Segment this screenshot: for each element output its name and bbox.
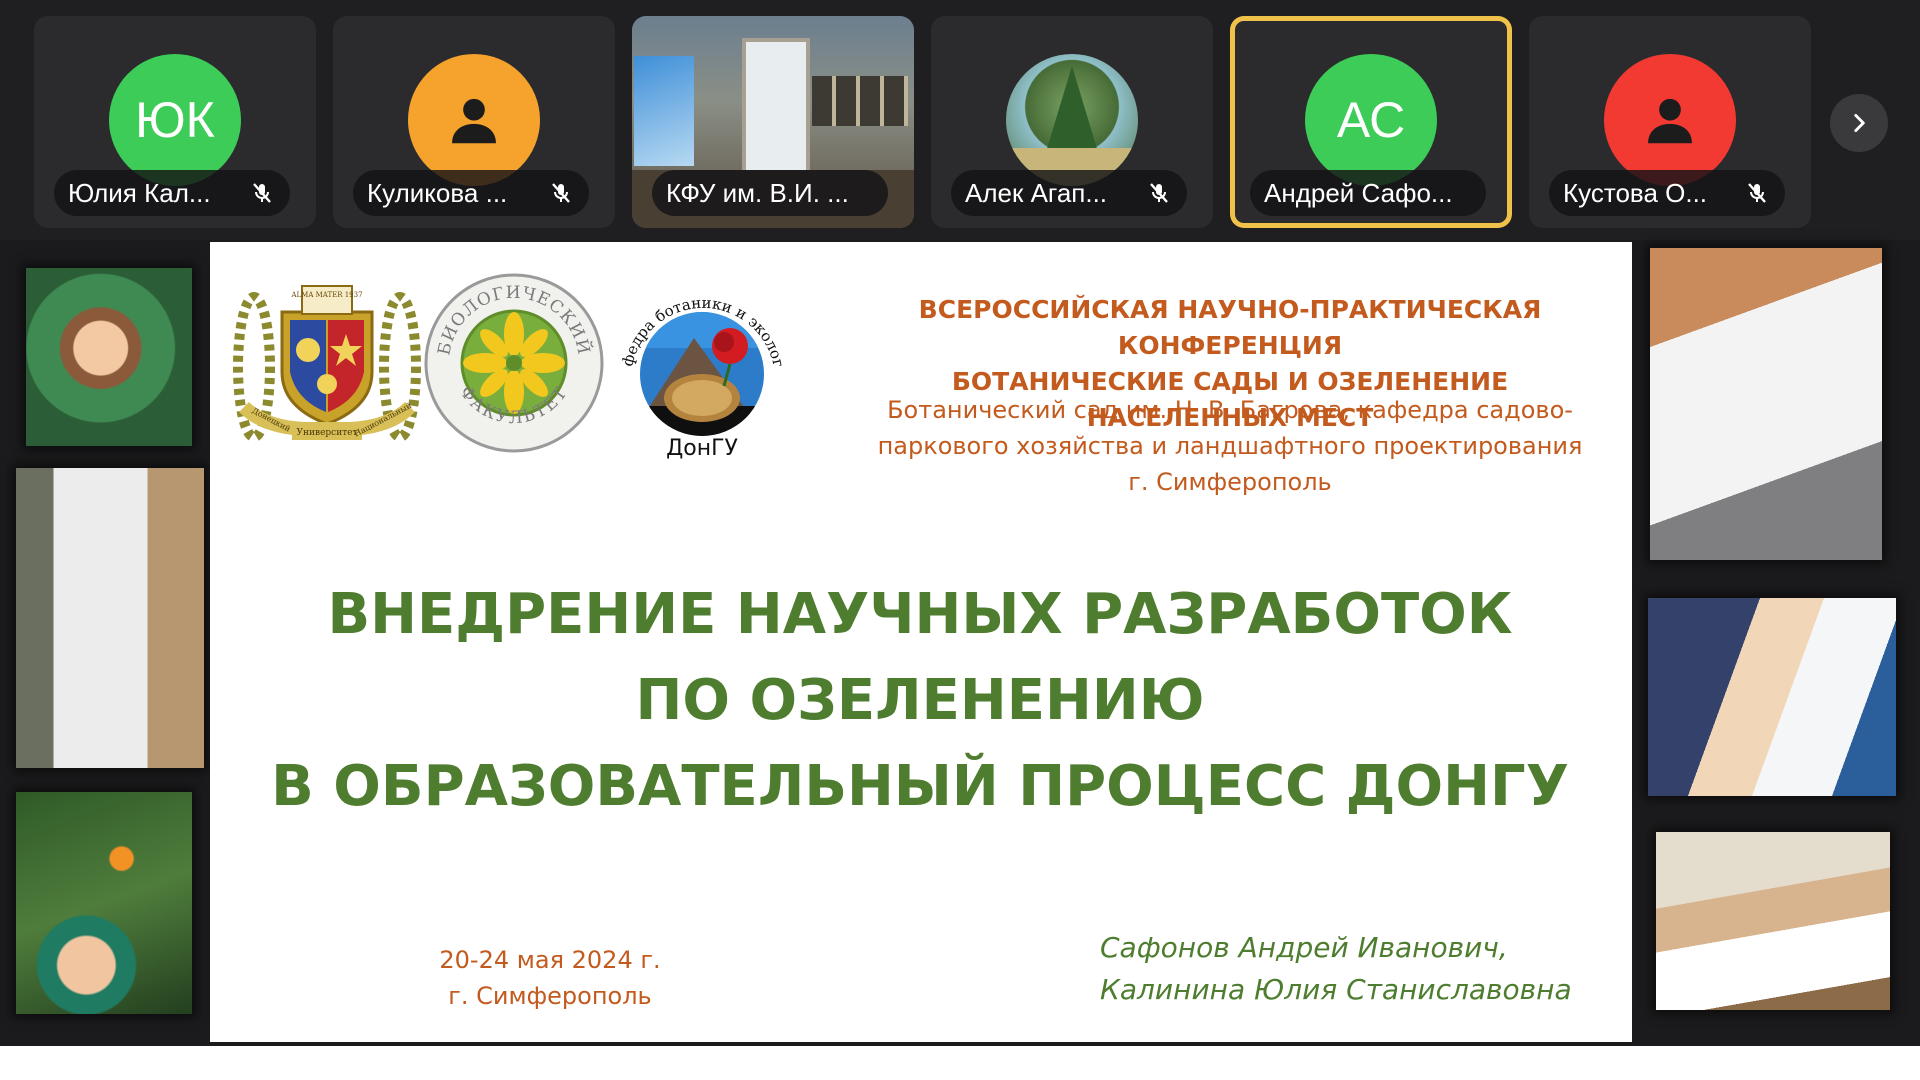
presentation-title-line: ПО ОЗЕЛЕНЕНИЮ <box>635 668 1205 733</box>
venue-line: паркового хозяйства и ландшафтного проек… <box>877 432 1583 460</box>
person-icon <box>1648 98 1692 144</box>
mic-muted-icon <box>547 179 575 207</box>
photo-students-classroom <box>1650 248 1882 560</box>
participant-name: КФУ им. В.И. ... <box>666 177 849 208</box>
participant-strip: ЮК Юлия Кал... Куликова ... КФУ им. В.И.… <box>0 0 1920 240</box>
venue-line: Ботанический сад им. Н. В. Багрова, кафе… <box>887 396 1573 424</box>
participant-nameplate: КФУ им. В.И. ... <box>652 170 888 216</box>
emblem-ribbon-bottom: Университет <box>297 428 358 438</box>
photo-citrus-tree <box>16 792 192 1014</box>
participant-tile[interactable]: Кустова О... <box>1529 16 1811 228</box>
emblem-top-text: ALMA MATER 1937 <box>290 291 362 299</box>
presentation-title-line: В ОБРАЗОВАТЕЛЬНЫЙ ПРОЦЕСС ДОНГУ <box>271 754 1569 819</box>
author-line: Калинина Юлия Станиславовна <box>1100 973 1572 1006</box>
mic-muted-icon <box>1145 179 1173 207</box>
photo-students-microscope <box>1648 598 1896 796</box>
participant-tile[interactable]: Куликова ... <box>333 16 615 228</box>
participant-name: Кустова О... <box>1563 177 1708 208</box>
participant-tile-active-speaker[interactable]: АС Андрей Сафо... <box>1230 16 1512 228</box>
conference-title-line: ВСЕРОССИЙСКАЯ НАУЧНО-ПРАКТИЧЕСКАЯ КОНФЕР… <box>918 295 1542 360</box>
mic-muted-icon <box>1743 179 1771 207</box>
avatar: ЮК <box>109 54 241 186</box>
presentation-authors: Сафонов Андрей Иванович, Калинина Юлия С… <box>1100 927 1620 1011</box>
participant-tile[interactable]: Алек Агап... <box>931 16 1213 228</box>
venue-line: г. Симферополь <box>1128 468 1332 496</box>
dates-line: 20-24 мая 2024 г. <box>439 946 661 974</box>
biology-faculty-seal-logo: БИОЛОГИЧЕСКИЙ ФАКУЛЬТЕТ <box>423 272 605 454</box>
avatar <box>1006 54 1138 186</box>
participant-name: Куликова ... <box>367 177 508 208</box>
photo-herbarium-lab <box>16 468 204 768</box>
avatar <box>1604 54 1736 186</box>
participant-tile[interactable]: КФУ им. В.И. ... <box>632 16 914 228</box>
mic-muted-icon <box>248 179 276 207</box>
participant-nameplate: Юлия Кал... <box>54 170 290 216</box>
participant-nameplate: Кустова О... <box>1549 170 1785 216</box>
participant-tile[interactable]: ЮК Юлия Кал... <box>34 16 316 228</box>
next-participants-button[interactable] <box>1830 94 1888 152</box>
avatar: АС <box>1305 54 1437 186</box>
avatar <box>408 54 540 186</box>
shared-presentation-slide: ALMA MATER 1937 Университет Донецкий Нац… <box>210 242 1632 1042</box>
presentation-title-line: ВНЕДРЕНИЕ НАУЧНЫХ РАЗРАБОТОК <box>327 582 1513 647</box>
university-emblem-logo: ALMA MATER 1937 Университет Донецкий Нац… <box>232 272 422 452</box>
participant-nameplate: Куликова ... <box>353 170 589 216</box>
photo-student-with-flowers <box>26 268 192 446</box>
bottom-bar <box>0 1046 1920 1080</box>
participant-nameplate: Алек Агап... <box>951 170 1187 216</box>
participant-nameplate: Андрей Сафо... <box>1250 170 1486 216</box>
photo-students-herbarium-sheets <box>1656 832 1890 1010</box>
person-icon <box>452 98 496 144</box>
chevron-right-icon <box>1854 114 1865 132</box>
participant-name: Алек Агап... <box>965 177 1108 208</box>
conference-venue: Ботанический сад им. Н. В. Багрова, кафе… <box>860 392 1600 500</box>
department-logo-caption: ДонГУ <box>666 436 738 461</box>
author-line: Сафонов Андрей Иванович, <box>1100 931 1508 964</box>
presentation-title: ВНЕДРЕНИЕ НАУЧНЫХ РАЗРАБОТОК ПО ОЗЕЛЕНЕН… <box>230 572 1610 830</box>
conference-dates: 20-24 мая 2024 г. г. Симферополь <box>400 942 700 1014</box>
participant-name: Андрей Сафо... <box>1264 177 1453 208</box>
dates-line: г. Симферополь <box>448 982 652 1010</box>
participant-name: Юлия Кал... <box>68 177 211 208</box>
